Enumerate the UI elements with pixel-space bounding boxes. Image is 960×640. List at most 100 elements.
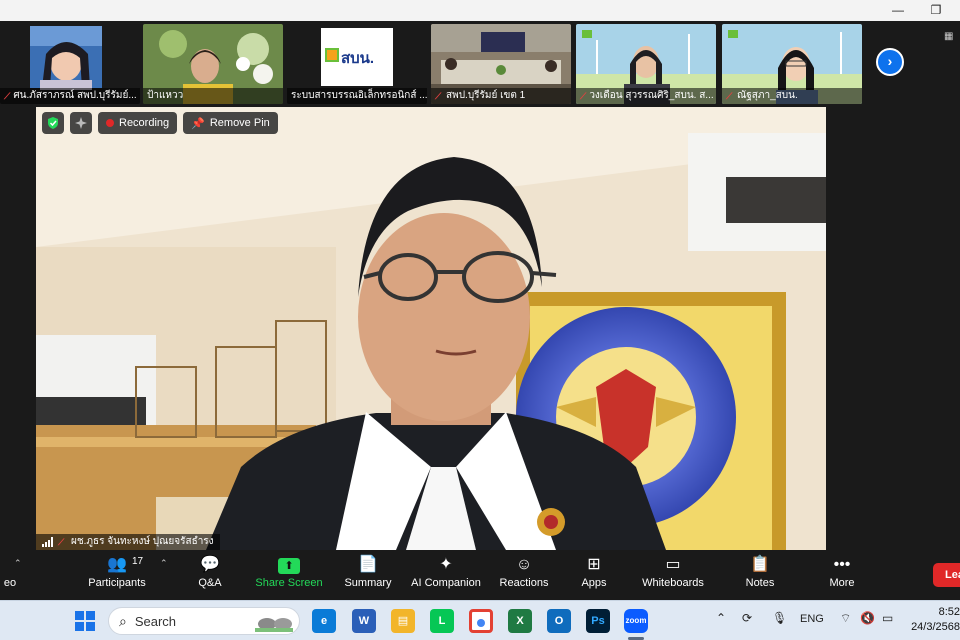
notes-button[interactable]: 📋 Notes (740, 554, 780, 598)
whiteboards-button[interactable]: ▭ Whiteboards (638, 554, 708, 598)
whiteboards-label: Whiteboards (642, 577, 704, 589)
shield-icon[interactable] (42, 112, 64, 134)
title-bar: — ❐ (0, 0, 960, 21)
sync-icon[interactable]: ⟳ (742, 611, 752, 625)
gallery-view-icon[interactable]: ▦ (944, 31, 958, 45)
ai-sparkle-icon: ✦ (439, 556, 453, 573)
word-icon[interactable]: W (352, 609, 376, 633)
photoshop-icon[interactable]: Ps (586, 609, 610, 633)
share-screen-button[interactable]: ⬆ Share Screen (254, 554, 324, 598)
more-icon: ••• (833, 556, 851, 573)
participants-label: Participants (88, 577, 146, 589)
participant-tile[interactable]: ⟋ ณัฐสุภา_สบน. (722, 24, 862, 104)
participant-name-text: ระบบสารบรรณอิเล็กทรอนิกส์ ... (291, 90, 427, 101)
summary-icon: 📄 (358, 556, 378, 573)
chrome-icon[interactable] (469, 609, 493, 633)
outlook-icon[interactable]: O (547, 609, 571, 633)
apps-button[interactable]: ⊞ Apps (574, 554, 614, 598)
participant-tile[interactable]: ป้าแหวว (143, 24, 283, 104)
zoom-meeting-window: — ❐ ⟋ ศน.ภัสราภรณ์ สพป.บุรีรัมย์... ป้าแ… (0, 0, 960, 640)
chevron-up-icon[interactable]: ⌃ (716, 611, 726, 625)
wifi-icon[interactable]: ⌔ (840, 611, 851, 626)
gallery-strip: ⟋ศน.ภัสราภรณ์ สพป.บุรีรัมย์... ป้าแหวว (0, 21, 960, 107)
mic-muted-icon: ⟋ (580, 91, 587, 101)
clock-time: 8:52 (938, 606, 960, 618)
remove-pin-button[interactable]: 📌 Remove Pin (183, 112, 278, 134)
language-indicator[interactable]: ENG (800, 613, 824, 625)
participant-name-text: ณัฐสุภา_สบน. (737, 90, 798, 101)
video-overlay-controls: Recording 📌 Remove Pin (42, 112, 278, 134)
speaker-video (36, 107, 826, 550)
recording-label: Recording (119, 117, 170, 129)
file-explorer-icon[interactable]: ▤ (391, 609, 415, 633)
participant-name: ระบบสารบรรณอิเล็กทรอนิกส์ ... (287, 88, 427, 104)
excel-icon[interactable]: X (508, 609, 532, 633)
ai-sparkle-icon[interactable] (70, 112, 92, 134)
speaker-name-text: ผช.ภูธร จันทะหงษ์ ปุณยจรัสธำรง (71, 536, 214, 547)
participant-name: ⟋ สพป.บุรีรัมย์ เขต 1 (431, 88, 571, 104)
edge-icon[interactable]: e (312, 609, 336, 633)
zoom-icon[interactable]: zoom (624, 609, 648, 633)
chevron-up-icon[interactable]: ⌃ (160, 558, 168, 569)
recording-indicator[interactable]: Recording (98, 112, 178, 134)
more-label: More (829, 577, 855, 589)
participant-tile[interactable]: สบน. ระบบสารบรรณอิเล็กทรอนิกส์ ... (287, 24, 427, 104)
participant-tile[interactable]: ⟋ ศน.ภัสราภรณ์ สพป.บุรีรัมย์... (0, 24, 140, 104)
whiteboard-icon: ▭ (665, 556, 681, 573)
participant-name-text: สพป.บุรีรัมย์ เขต 1 (446, 90, 526, 101)
participant-tile[interactable]: ⟋ สพป.บุรีรัมย์ เขต 1 (431, 24, 571, 104)
participant-tile[interactable]: ⟋ วงเดือน สุวรรณศิริ_สบน. ส... (576, 24, 716, 104)
main-video[interactable]: Recording 📌 Remove Pin ⟋ ผช.ภูธร จันทะหงษ… (36, 107, 826, 550)
gallery-next-button[interactable]: › (876, 48, 904, 76)
participant-name-text: ศน.ภัสราภรณ์ สพป.บุรีรัมย์... (13, 90, 137, 101)
leave-label: Lea (945, 569, 960, 581)
share-screen-icon: ⬆ (254, 554, 324, 576)
mic-muted-icon: ⟋ (4, 91, 11, 101)
participant-name: ⟋ ศน.ภัสราภรณ์ สพป.บุรีรัมย์... (0, 88, 140, 104)
elephants-icon (255, 618, 293, 632)
signal-bars-icon (42, 537, 53, 547)
notes-label: Notes (745, 577, 775, 589)
taskbar-search[interactable]: ⌕ Search (108, 607, 300, 635)
participants-count: 17 (132, 556, 144, 567)
mic-muted-icon: ⟋ (726, 91, 733, 101)
participant-name: ⟋ ณัฐสุภา_สบน. (722, 88, 862, 104)
windows-start-icon[interactable] (75, 611, 95, 631)
remove-pin-label: Remove Pin (209, 117, 270, 129)
video-label: eo (3, 577, 17, 589)
clock-date: 24/3/2568 (911, 621, 960, 633)
participant-name: ป้าแหวว (143, 88, 283, 104)
ai-companion-button[interactable]: ✦ AI Companion (408, 554, 484, 598)
share-screen-label: Share Screen (255, 577, 323, 589)
more-button[interactable]: ••• More (822, 554, 862, 598)
search-icon: ⌕ (119, 612, 127, 629)
volume-muted-icon[interactable]: 🔇 (860, 611, 875, 625)
participant-name: ⟋ วงเดือน สุวรรณศิริ_สบน. ส... (576, 88, 716, 104)
microphone-icon[interactable]: 🎙 (772, 611, 787, 625)
minimize-icon[interactable]: — (886, 2, 910, 18)
participant-name-text: ป้าแหวว (147, 90, 184, 101)
leave-button[interactable]: Lea (933, 563, 960, 587)
chevron-right-icon: › (887, 53, 893, 69)
battery-icon[interactable]: ▭ (882, 611, 893, 625)
speaker-name-label: ⟋ ผช.ภูธร จันทะหงษ์ ปุณยจรัสธำรง (36, 534, 220, 550)
qa-icon: 💬 (200, 556, 220, 573)
reactions-button[interactable]: ☺ Reactions (496, 554, 552, 598)
reactions-label: Reactions (499, 577, 549, 589)
ai-companion-label: AI Companion (411, 577, 481, 589)
pin-icon: 📌 (191, 117, 205, 130)
summary-button[interactable]: 📄 Summary (340, 554, 396, 598)
line-icon[interactable]: L (430, 609, 454, 633)
qa-button[interactable]: 💬 Q&A (190, 554, 230, 598)
participant-name-text: วงเดือน สุวรรณศิริ_สบน. ส... (589, 90, 714, 101)
mic-muted-icon: ⟋ (435, 91, 442, 101)
apps-icon: ⊞ (587, 556, 601, 573)
restore-icon[interactable]: ❐ (924, 2, 948, 18)
qa-label: Q&A (198, 577, 222, 589)
chevron-up-icon[interactable]: ⌃ (14, 558, 22, 569)
system-clock[interactable]: 8:52 24/3/2568 (908, 605, 960, 635)
windows-taskbar: ⌕ Search e W ▤ L X O Ps zoom ⌃ ⟳ 🎙 ENG ⌔… (0, 600, 960, 640)
mic-muted-icon: ⟋ (58, 537, 65, 547)
meeting-toolbar: eo ⌃ 👥 Participants 17 ⌃ 💬 Q&A ⬆ Share Scr… (0, 550, 960, 600)
record-dot-icon (106, 119, 114, 127)
